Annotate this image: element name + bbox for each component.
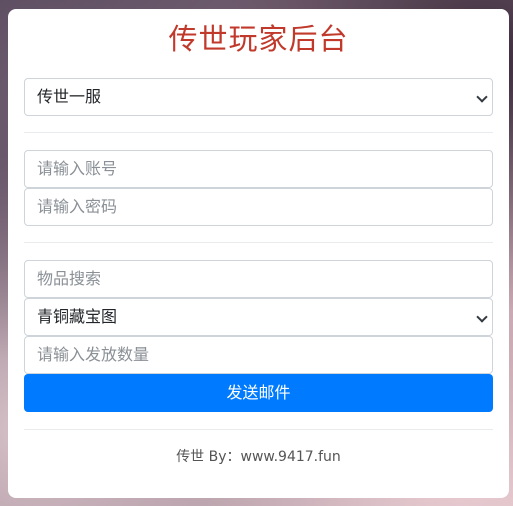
page-title: 传世玩家后台 [168, 22, 349, 56]
item-search-placeholder: 物品搜索 [37, 269, 102, 288]
footer-credit: 传世 By：www.9417.fun [176, 449, 341, 465]
quantity-input-placeholder: 请输入发放数量 [37, 345, 150, 364]
send-mail-button[interactable]: 发送邮件 [24, 374, 493, 412]
password-input-placeholder: 请输入密码 [37, 197, 118, 216]
account-input[interactable]: 请输入账号 [24, 150, 493, 188]
account-input-placeholder: 请输入账号 [37, 159, 118, 178]
item-select-value: 青铜藏宝图 [37, 307, 118, 326]
server-select[interactable]: 传世一服 [24, 78, 493, 116]
server-select-value: 传世一服 [37, 87, 102, 106]
admin-panel: 传世玩家后台 传世一服 请输入账号 请输入密码 物品搜索 青铜藏宝图 请输入发放… [8, 9, 509, 498]
password-input[interactable]: 请输入密码 [24, 188, 493, 226]
item-search-input[interactable]: 物品搜索 [24, 260, 493, 298]
quantity-input[interactable]: 请输入发放数量 [24, 336, 493, 374]
item-select[interactable]: 青铜藏宝图 [24, 298, 493, 336]
